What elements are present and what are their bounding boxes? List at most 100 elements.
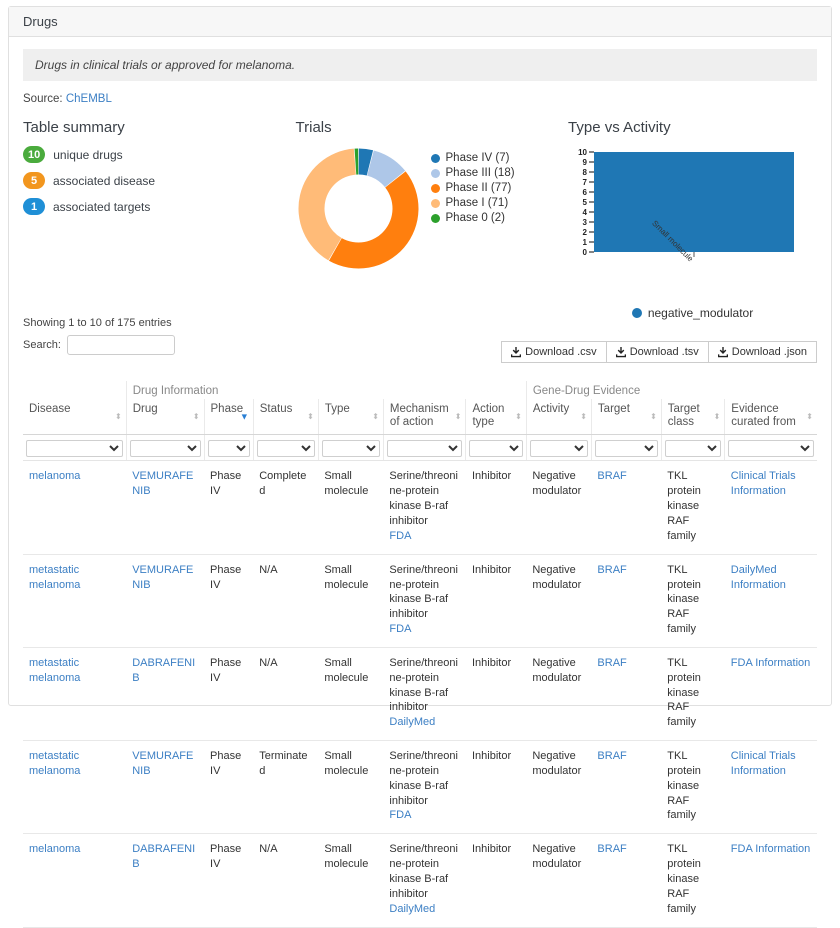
legend-item[interactable]: Phase III (18): [430, 167, 515, 179]
legend-item[interactable]: Phase I (71): [430, 197, 515, 209]
moa-source-link[interactable]: DailyMed: [389, 716, 435, 728]
table-column-header-target[interactable]: Target: [590, 399, 662, 436]
filter-select-type[interactable]: [321, 440, 380, 458]
sort-icon[interactable]: [455, 413, 462, 421]
drug-link[interactable]: VEMURAFENIB: [132, 750, 193, 777]
table-column-header-type[interactable]: Type: [317, 399, 384, 436]
trials-title: Trials: [295, 119, 332, 136]
filter-select-phase[interactable]: [207, 440, 250, 458]
activity-text: Negative modulator: [532, 843, 582, 871]
type-text: Small molecule: [324, 843, 369, 871]
cell-activity: Negative modulator: [526, 833, 592, 928]
trials-donut-wrap: Phase IV (7) Phase III (18) Phase II (77) P…: [296, 146, 569, 271]
table-column-header-phase[interactable]: Phase: [203, 399, 254, 436]
target-link[interactable]: BRAF: [597, 843, 626, 855]
legend-item[interactable]: Phase 0 (2): [430, 212, 515, 224]
table-filter-cell: [724, 434, 817, 462]
legend-item[interactable]: Phase II (77): [430, 182, 515, 194]
type-text: Small molecule: [324, 563, 369, 591]
drug-link[interactable]: VEMURAFENIB: [132, 564, 193, 591]
filter-select-status[interactable]: [256, 440, 315, 458]
download-csv-button[interactable]: Download .csv: [501, 341, 607, 363]
download-json-label: Download .json: [731, 346, 807, 358]
target-link[interactable]: BRAF: [597, 750, 626, 762]
table-group-header-empty: [23, 381, 126, 399]
target-class-text: TKL protein kinase RAF family: [667, 563, 701, 636]
summary-item: 1 associated targets: [23, 198, 296, 215]
disease-link[interactable]: melanoma: [29, 470, 80, 482]
disease-link[interactable]: metastatic melanoma: [29, 657, 80, 684]
target-link[interactable]: BRAF: [597, 657, 626, 669]
evidence-curated-from-link[interactable]: FDA Information: [731, 657, 810, 669]
moa-source-link[interactable]: FDA: [389, 809, 411, 821]
sort-descending-icon[interactable]: [240, 412, 249, 421]
evidence-curated-from-link[interactable]: DailyMed Information: [731, 564, 786, 591]
sort-icon[interactable]: [372, 413, 379, 421]
evidence-curated-from-link[interactable]: Clinical Trials Information: [731, 470, 796, 497]
cell-drug: DABRAFENIB: [126, 647, 205, 742]
disease-link[interactable]: metastatic melanoma: [29, 750, 80, 777]
filter-select-disease[interactable]: [26, 440, 123, 458]
table-column-header-status[interactable]: Status: [252, 399, 319, 436]
table-row: metastatic melanoma DABRAFENIB Phase IV N/A…: [23, 647, 817, 742]
sort-icon[interactable]: [115, 413, 122, 421]
cell-status: Terminated: [253, 740, 319, 835]
drug-link[interactable]: DABRAFENIB: [132, 843, 195, 870]
legend-item-label: Phase I (71): [445, 197, 509, 209]
cell-action-type: Inhibitor: [465, 554, 527, 648]
moa-source-link[interactable]: FDA: [389, 623, 411, 635]
moa-source-link[interactable]: DailyMed: [389, 903, 435, 915]
moa-source-link[interactable]: FDA: [389, 530, 411, 542]
cell-action-type: Inhibitor: [465, 647, 527, 742]
legend-color-dot: [430, 153, 440, 163]
filter-select-activity[interactable]: [529, 440, 588, 458]
bar-segment[interactable]: [594, 152, 795, 252]
action-type-text: Inhibitor: [471, 563, 512, 576]
sort-icon[interactable]: [307, 413, 314, 421]
search-input[interactable]: [66, 335, 175, 355]
cell-type: Small molecule: [318, 460, 384, 555]
mechanism-of-action-text: Serine/threonine-protein kinase B-raf in…: [389, 843, 458, 900]
table-column-header-activity[interactable]: Activity: [525, 399, 592, 436]
table-column-header-target-class[interactable]: Target class: [660, 399, 725, 436]
filter-select-mechanism-of-action[interactable]: [386, 440, 463, 458]
source-link-chembl[interactable]: ChEMBL: [66, 93, 112, 105]
filter-select-evidence-curated-from[interactable]: [728, 440, 814, 458]
table-column-header-evidence-curated-from[interactable]: Evidence curated from: [724, 399, 817, 436]
drug-link[interactable]: DABRAFENIB: [132, 657, 195, 684]
table-column-header-mechanism-of-action[interactable]: Mechanism of action: [382, 399, 466, 436]
sort-icon[interactable]: [714, 413, 721, 421]
filter-select-target-class[interactable]: [664, 440, 722, 458]
download-tsv-button[interactable]: Download .tsv: [606, 341, 709, 363]
evidence-curated-from-link[interactable]: FDA Information: [731, 843, 810, 855]
download-json-button[interactable]: Download .json: [708, 341, 817, 363]
sort-icon[interactable]: [515, 413, 522, 421]
mechanism-of-action-text: Serine/threonine-protein kinase B-raf in…: [389, 750, 458, 807]
filter-select-drug[interactable]: [129, 440, 201, 458]
trials-donut-chart: [298, 148, 419, 269]
legend-color-dot: [430, 168, 440, 178]
sort-icon[interactable]: [193, 413, 200, 421]
target-link[interactable]: BRAF: [597, 564, 626, 576]
sort-icon[interactable]: [580, 413, 587, 421]
drug-link[interactable]: VEMURAFENIB: [132, 470, 193, 497]
sort-icon[interactable]: [806, 413, 813, 421]
drugs-table: Drug Information Gene-Drug Evidence Disea…: [23, 381, 817, 928]
disease-link[interactable]: melanoma: [29, 843, 80, 855]
action-type-text: Inhibitor: [471, 470, 512, 483]
donut-slice[interactable]: [328, 171, 419, 269]
target-link[interactable]: BRAF: [597, 470, 626, 482]
filter-select-target[interactable]: [594, 440, 658, 458]
download-icon: [511, 346, 522, 357]
disease-link[interactable]: metastatic melanoma: [29, 564, 80, 591]
table-group-header: Gene-Drug Evidence: [525, 381, 817, 399]
legend-item[interactable]: Phase IV (7): [430, 152, 515, 164]
mechanism-of-action-text: Serine/threonine-protein kinase B-raf in…: [389, 563, 458, 621]
table-column-header-action-type[interactable]: Action type: [465, 399, 527, 436]
cell-phase: Phase IV: [204, 460, 254, 555]
table-column-header-disease[interactable]: Disease: [23, 399, 127, 436]
evidence-curated-from-link[interactable]: Clinical Trials Information: [731, 750, 796, 777]
sort-icon[interactable]: [650, 413, 657, 421]
filter-select-action-type[interactable]: [469, 440, 523, 458]
table-column-header-drug[interactable]: Drug: [125, 399, 205, 436]
